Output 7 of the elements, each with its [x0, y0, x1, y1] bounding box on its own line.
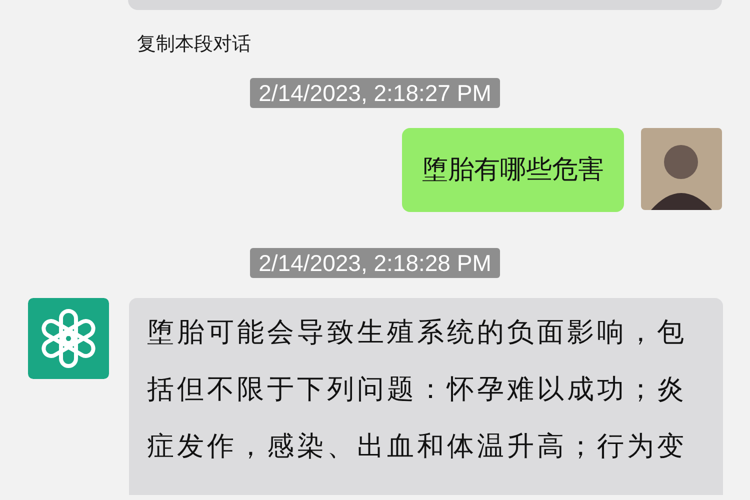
message-bubble: 堕胎可能会导致生殖系统的负面影响，包括但不限于下列问题：怀孕难以成功；炎症发作，感染、出血和体温升高；行为变 [129, 298, 723, 495]
avatar-icon[interactable] [641, 128, 722, 210]
knot-logo-icon[interactable] [28, 298, 109, 379]
timestamp: 2/14/2023, 2:18:28 PM [250, 248, 500, 278]
timestamp: 2/14/2023, 2:18:27 PM [250, 78, 500, 108]
copy-conversation-link[interactable]: 复制本段对话 [137, 32, 251, 56]
message-bubble: 堕胎有哪些危害 [402, 128, 624, 212]
